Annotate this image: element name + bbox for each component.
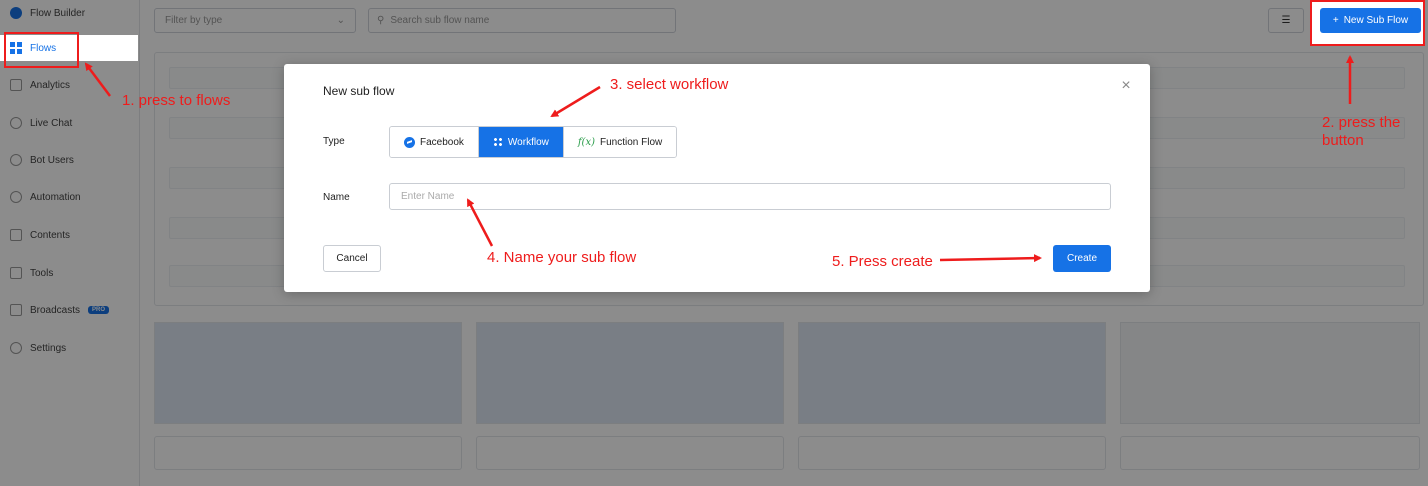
name-label: Name bbox=[323, 192, 350, 203]
type-option-facebook[interactable]: Facebook bbox=[390, 127, 479, 157]
type-selector: Facebook Workflow f(x) Function Flow bbox=[389, 126, 678, 158]
annotation-step-5: 5. Press create bbox=[832, 253, 933, 270]
cancel-button[interactable]: Cancel bbox=[323, 245, 381, 272]
function-icon: f(x) bbox=[577, 136, 596, 148]
name-input[interactable] bbox=[389, 183, 1111, 210]
flows-highlight-box bbox=[4, 32, 79, 68]
type-option-workflow[interactable]: Workflow bbox=[478, 127, 564, 157]
type-label: Type bbox=[323, 136, 345, 147]
annotation-step-2-line-1: 2. press the bbox=[1322, 114, 1401, 131]
dialog-title: New sub flow bbox=[323, 84, 395, 98]
new-sub-flow-dialog: New sub flow × Type Facebook Workflow f(… bbox=[284, 64, 1150, 292]
close-icon[interactable]: × bbox=[1118, 78, 1134, 94]
type-option-label: Facebook bbox=[420, 136, 464, 148]
type-option-function-flow[interactable]: f(x) Function Flow bbox=[563, 127, 677, 157]
type-option-label: Workflow bbox=[507, 136, 549, 148]
type-option-label: Function Flow bbox=[600, 136, 663, 148]
new-sub-flow-highlight-box bbox=[1310, 0, 1425, 46]
workflow-icon bbox=[492, 137, 503, 147]
annotation-step-1: 1. press to flows bbox=[122, 92, 231, 109]
annotation-step-3: 3. select workflow bbox=[610, 76, 729, 93]
facebook-messenger-icon bbox=[404, 136, 415, 148]
create-button[interactable]: Create bbox=[1053, 245, 1111, 272]
annotation-step-4: 4. Name your sub flow bbox=[487, 249, 637, 266]
annotation-step-2-line-2: button bbox=[1322, 132, 1364, 149]
